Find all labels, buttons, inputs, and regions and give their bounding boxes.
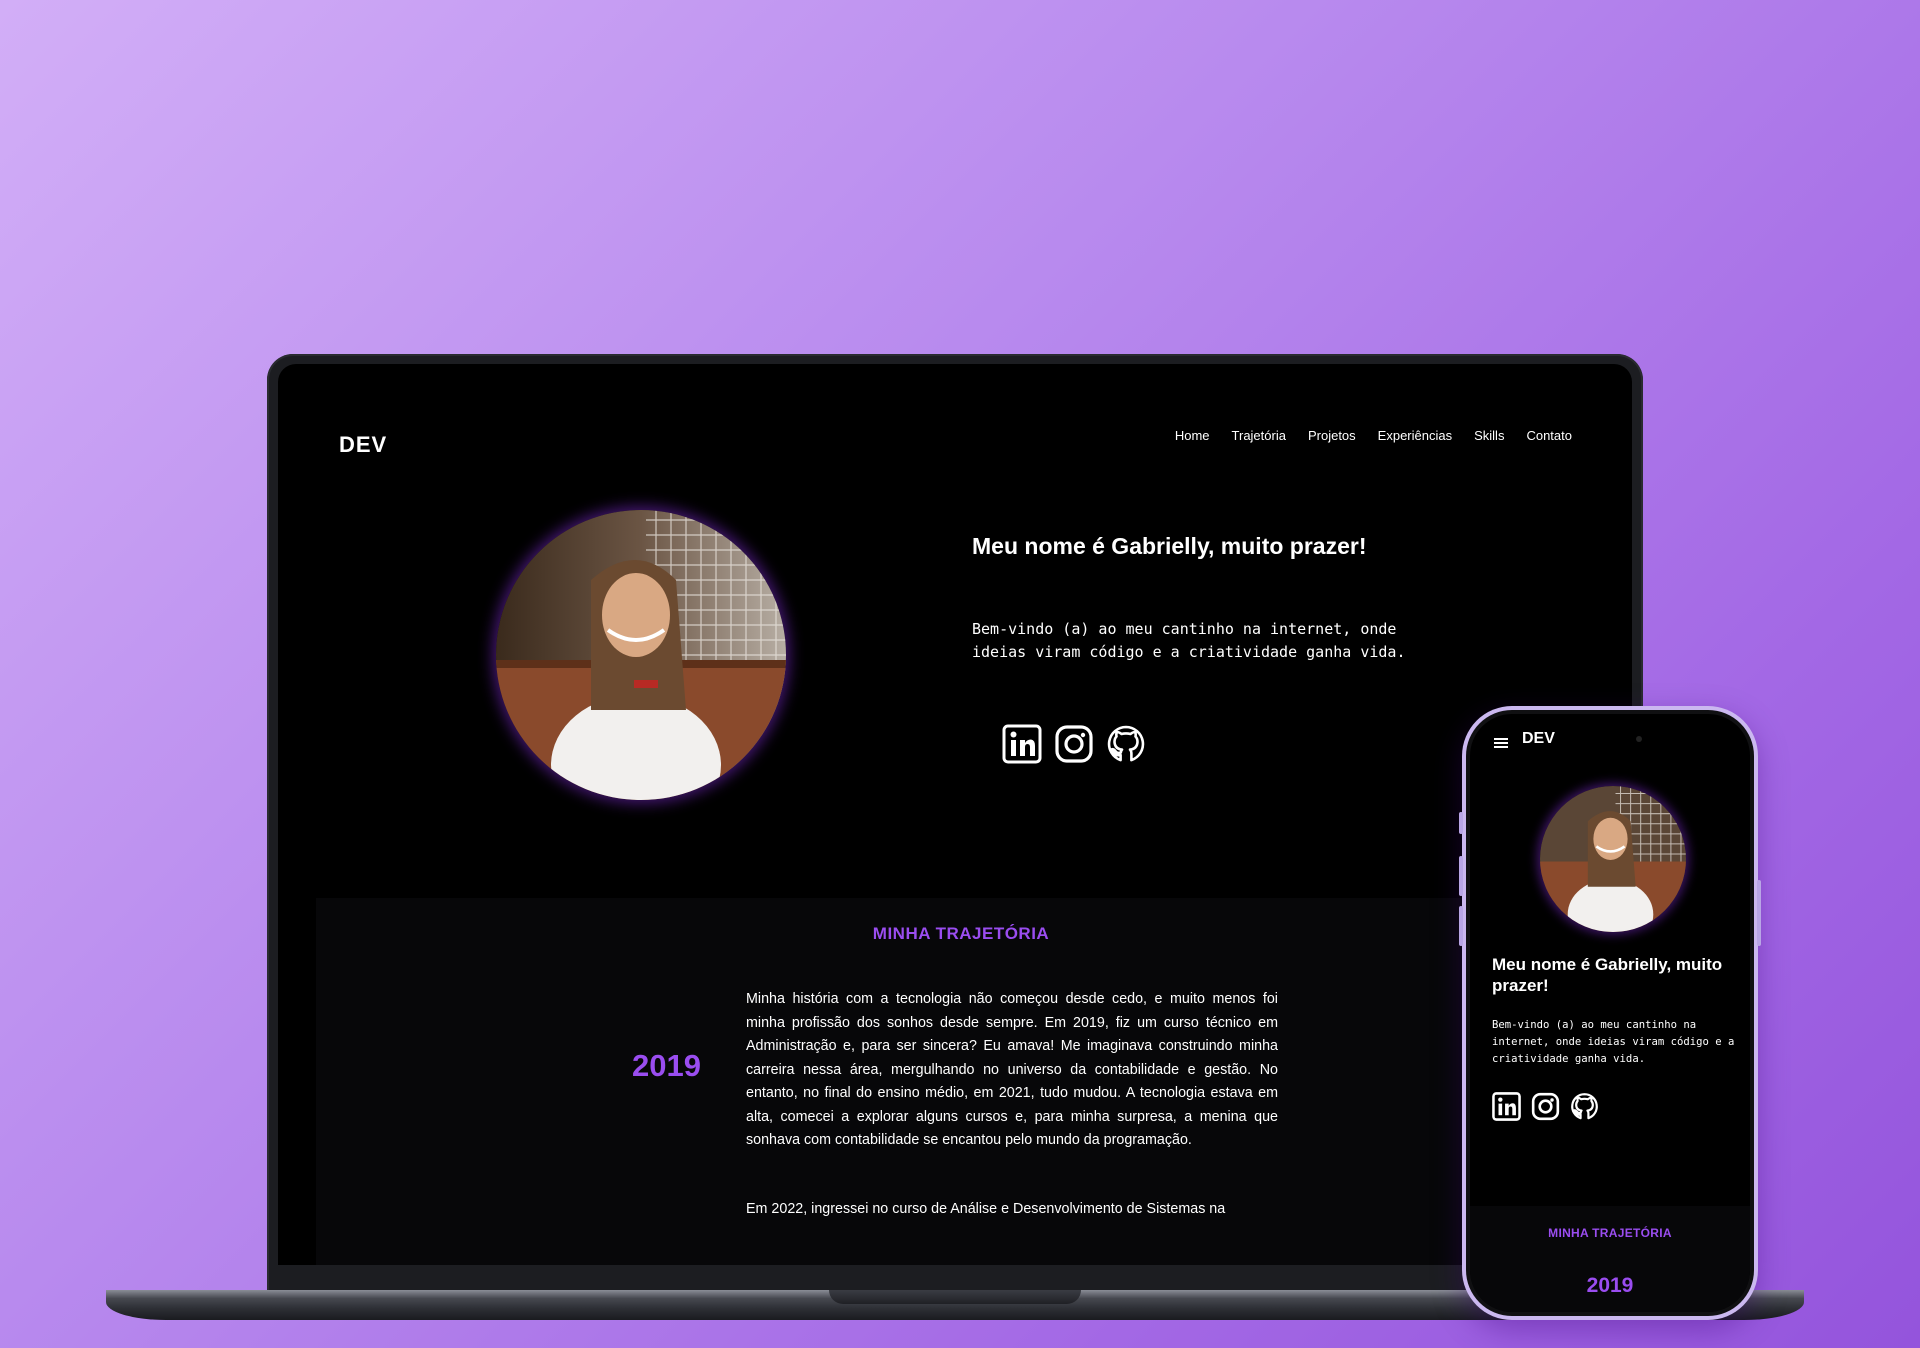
instagram-icon[interactable] bbox=[1054, 724, 1094, 764]
hero-subtitle-mobile: Bem-vindo (a) ao meu cantinho na interne… bbox=[1492, 1019, 1735, 1065]
front-camera bbox=[1636, 736, 1642, 742]
phone-side-button bbox=[1459, 812, 1463, 834]
social-links-mobile bbox=[1492, 1092, 1599, 1121]
nav-home[interactable]: Home bbox=[1175, 428, 1210, 443]
phone-power-button bbox=[1757, 880, 1761, 946]
hero-subtitle: Bem-vindo (a) ao meu cantinho na interne… bbox=[972, 620, 1406, 661]
phone-volume-up bbox=[1459, 856, 1463, 896]
linkedin-icon[interactable] bbox=[1002, 724, 1042, 764]
social-links bbox=[1002, 724, 1146, 764]
profile-photo bbox=[496, 510, 786, 800]
github-icon[interactable] bbox=[1570, 1092, 1599, 1121]
trajectory-paragraph-1: Minha história com a tecnologia não come… bbox=[746, 991, 1278, 1148]
nav-experiencias[interactable]: Experiências bbox=[1378, 428, 1452, 443]
nav-projetos[interactable]: Projetos bbox=[1308, 428, 1356, 443]
timeline-year-mobile: 2019 bbox=[1586, 1274, 1634, 1297]
nav-contato[interactable]: Contato bbox=[1526, 428, 1572, 443]
laptop-screen: DEV Home Trajetória Projetos Experiência… bbox=[278, 364, 1632, 1265]
timeline-year: 2019 bbox=[632, 1048, 701, 1083]
linkedin-icon[interactable] bbox=[1492, 1092, 1521, 1121]
hero-title-mobile: Meu nome é Gabrielly, muito prazer! bbox=[1492, 955, 1723, 995]
laptop-hinge-notch bbox=[829, 1290, 1081, 1304]
section-title: MINHA TRAJETÓRIA bbox=[872, 924, 1050, 943]
nav-skills[interactable]: Skills bbox=[1474, 428, 1504, 443]
hero-title: Meu nome é Gabrielly, muito prazer! bbox=[972, 533, 1367, 559]
nav-trajetoria[interactable]: Trajetória bbox=[1232, 428, 1286, 443]
trajectory-section: MINHA TRAJETÓRIA 2019 Minha história com… bbox=[316, 898, 1606, 1265]
phone-volume-down bbox=[1459, 906, 1463, 946]
section-title-mobile: MINHA TRAJETÓRIA bbox=[1548, 1226, 1672, 1240]
github-icon[interactable] bbox=[1106, 724, 1146, 764]
menu-icon[interactable] bbox=[1494, 736, 1508, 750]
site-logo[interactable]: DEV bbox=[339, 432, 387, 458]
profile-photo-mobile bbox=[1540, 786, 1686, 932]
trajectory-section-mobile: MINHA TRAJETÓRIA 2019 bbox=[1470, 1206, 1750, 1312]
instagram-icon[interactable] bbox=[1531, 1092, 1560, 1121]
site-logo-mobile[interactable]: DEV bbox=[1522, 730, 1555, 748]
main-nav: Home Trajetória Projetos Experiências Sk… bbox=[1175, 428, 1572, 443]
phone-screen: DEV Meu nome é Gabrielly, muito prazer! … bbox=[1470, 714, 1750, 1312]
trajectory-paragraph-2: Em 2022, ingressei no curso de Análise e… bbox=[746, 1201, 1226, 1217]
